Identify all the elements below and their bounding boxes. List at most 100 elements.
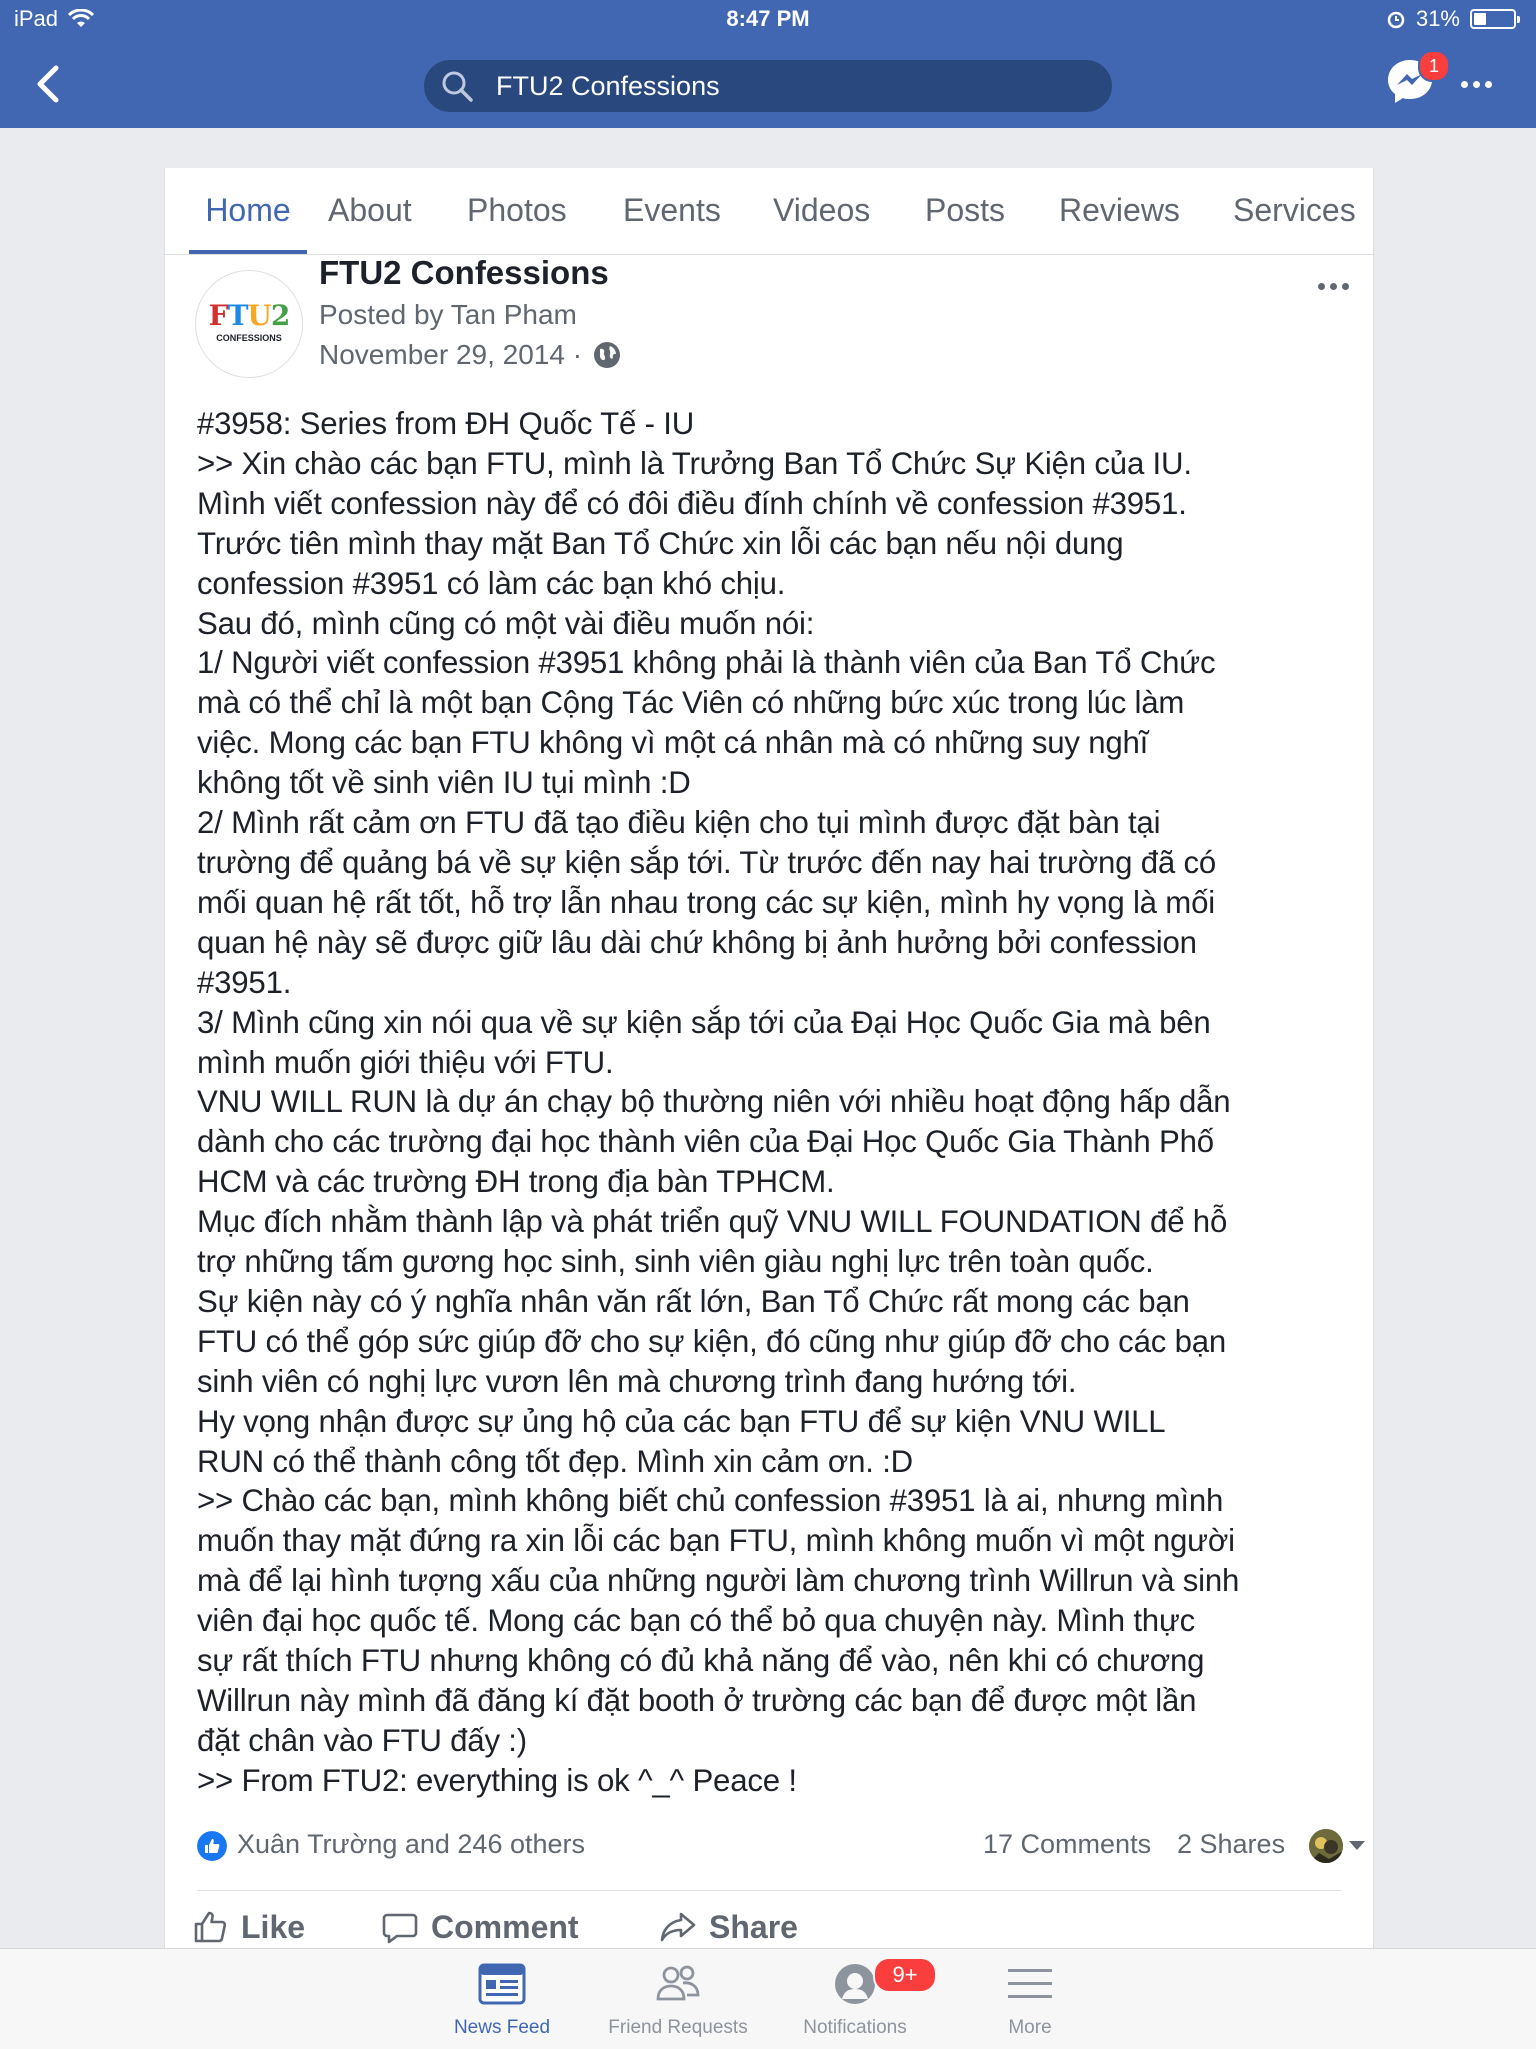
tab-events[interactable]: Events [623, 192, 721, 254]
page-avatar[interactable]: FTU2 CONFESSIONS [195, 270, 303, 378]
post-text-line: muốn thay mặt đứng ra xin lỗi các bạn FT… [197, 1523, 1235, 1559]
divider [197, 1890, 1341, 1891]
comment-icon [382, 1913, 418, 1944]
more-options-icon[interactable] [1456, 66, 1496, 102]
top-navigation-bar: iPad 8:47 PM 31% FTU2 Confessions 1 [0, 0, 1536, 128]
friend-requests-icon [656, 1965, 700, 2001]
notifications-icon [835, 1964, 875, 2004]
like-label: Like [241, 1908, 306, 1945]
back-arrow-icon[interactable] [30, 62, 70, 106]
post-text-line: sinh viên có nghị lực vươn lên mà chương… [197, 1363, 1077, 1399]
like-button[interactable]: Like [191, 1908, 305, 1946]
tab-notifications[interactable]: 9+ Notifications [765, 1957, 945, 2039]
page-tabs: Home About Photos Events Videos Posts Re… [165, 168, 1373, 255]
battery-level [1474, 13, 1486, 25]
post-text-line: 1/ Người viết confession #3951 không phả… [197, 645, 1216, 681]
post-text-line: trợ những tấm gương học sinh, sinh viên … [197, 1244, 1154, 1280]
share-button[interactable]: Share [659, 1908, 798, 1946]
post-text-line: #3958: Series from ĐH Quốc Tế - IU [197, 406, 695, 441]
comment-label: Comment [431, 1908, 579, 1945]
status-bar-right: 31% [1386, 6, 1520, 32]
search-bar[interactable]: FTU2 Confessions [424, 60, 1112, 112]
viewer-avatar[interactable] [1309, 1829, 1343, 1863]
post-text-line: >> Xin chào các bạn FTU, mình là Trưởng … [197, 445, 1192, 481]
post-text-line: 3/ Mình cũng xin nói qua về sự kiện sắp … [197, 1004, 1211, 1040]
tab-more[interactable]: More [940, 1959, 1120, 2039]
post-text-line: VNU WILL RUN là dự án chạy bộ thường niê… [197, 1084, 1231, 1120]
post-text-line: Sự kiện này có ý nghĩa nhân văn rất lớn,… [197, 1283, 1190, 1319]
post-text-line: việc. Mong các bạn FTU không vì một cá n… [197, 725, 1149, 761]
battery-icon [1470, 9, 1520, 29]
tab-news-feed[interactable]: News Feed [412, 1959, 592, 2039]
post-text-line: đặt chân vào FTU đấy :) [197, 1722, 527, 1758]
post-text-line: #3951. [197, 964, 292, 1000]
tab-videos[interactable]: Videos [773, 192, 870, 254]
post-text-line: FTU có thể góp sức giúp đỡ cho sự kiện, … [197, 1323, 1227, 1359]
avatar-logo-text: FTU2 [196, 299, 302, 332]
news-feed-label: News Feed [453, 2017, 551, 2038]
page-card: Home About Photos Events Videos Posts Re… [164, 168, 1374, 1948]
tab-about[interactable]: About [328, 192, 412, 254]
post-text-line: sự rất thích FTU nhưng không có đủ khả n… [197, 1643, 1205, 1679]
tab-friend-requests[interactable]: Friend Requests [588, 1959, 768, 2039]
tab-home[interactable]: Home [189, 192, 307, 254]
post-text-line: viên đại học quốc tế. Mong các bạn có th… [197, 1603, 1196, 1639]
post-options-icon[interactable] [1313, 276, 1353, 296]
post-text-line: quan hệ này sẽ được giữ lâu dài chứ khôn… [197, 924, 1197, 960]
globe-icon [594, 342, 621, 368]
comment-button[interactable]: Comment [381, 1908, 579, 1946]
post-text-line: Mục đích nhằm thành lập và phát triển qu… [197, 1204, 1228, 1240]
share-icon [660, 1912, 696, 1942]
share-label: Share [709, 1908, 798, 1945]
notifications-badge: 9+ [873, 1957, 937, 1993]
post-text-line: 2/ Mình rất cảm ơn FTU đã tạo điều kiện … [197, 805, 1161, 841]
messenger-badge: 1 [1418, 50, 1450, 82]
posted-by: Posted by Tan Pham [319, 299, 577, 330]
avatar-logo-subtext: CONFESSIONS [216, 333, 282, 343]
post-text-line: HCM và các trường ĐH trong địa bàn TPHCM… [197, 1164, 835, 1200]
menu-icon [1008, 1969, 1052, 1998]
post-text-line: Willrun này mình đã đăng kí đặt booth ở … [197, 1683, 1197, 1718]
post-text-line: dành cho các trường đại học thành viên c… [197, 1124, 1214, 1160]
post-text-line: Hy vọng nhận được sự ủng hộ của các bạn … [197, 1403, 1166, 1439]
status-time: 8:47 PM [726, 6, 810, 31]
post-text-line: Mình viết confession này để có đôi điều … [197, 485, 1187, 521]
tab-photos[interactable]: Photos [467, 192, 567, 254]
post-text-line: mối quan hệ rất tốt, hỗ trợ lẫn nhau tro… [197, 884, 1215, 920]
reaction-summary[interactable]: Xuân Trường and 246 others [237, 1829, 585, 1860]
post-text-line: mà để lại hình tượng xấu của những người… [197, 1563, 1240, 1599]
avatar-image [1309, 1829, 1343, 1863]
post-text-line: không tốt về sinh viên IU tụi mình :D [197, 765, 691, 801]
post-text: #3958: Series from ĐH Quốc Tế - IU >> Xin… [197, 404, 1357, 1801]
post-date-text: November 29, 2014 · [319, 339, 583, 370]
post-text-line: >> From FTU2: everything is ok ^_^ Peace… [197, 1762, 797, 1798]
news-feed-icon [478, 1963, 526, 2005]
post-text-line: >> Chào các bạn, mình không biết chủ con… [197, 1483, 1224, 1519]
tab-posts[interactable]: Posts [925, 192, 1005, 254]
post-text-line: mà có thể chỉ là một bạn Cộng Tác Viên c… [197, 685, 1185, 721]
alarm-icon [1387, 11, 1405, 29]
page-name-link[interactable]: FTU2 Confessions [319, 254, 609, 292]
search-icon [442, 71, 473, 102]
like-reaction-icon [197, 1831, 227, 1861]
tab-reviews[interactable]: Reviews [1059, 192, 1180, 254]
post-text-line: Sau đó, mình cũng có một vài điều muốn n… [197, 605, 815, 641]
chevron-down-icon[interactable] [1349, 1841, 1365, 1850]
more-label: More [1008, 2017, 1052, 2038]
thumbs-up-icon [194, 1911, 227, 1943]
bottom-tab-bar: News Feed Friend Requests 9+ Notificatio… [0, 1948, 1536, 2049]
post-text-line: Trước tiên mình thay mặt Ban Tổ Chức xin… [197, 525, 1124, 561]
tab-services[interactable]: Services [1233, 192, 1356, 254]
post-header: FTU2 CONFESSIONS FTU2 Confessions Posted… [165, 254, 1373, 404]
reactions-bar[interactable]: Xuân Trường and 246 others 17 Comments 2… [197, 1823, 1365, 1871]
post-text-line: mình muốn giới thiệu với FTU. [197, 1044, 614, 1080]
notifications-label: Notifications [803, 2017, 907, 2038]
post-text-line: confession #3951 có làm các bạn khó chịu… [197, 565, 786, 601]
post-date[interactable]: November 29, 2014 · [319, 339, 622, 371]
search-query: FTU2 Confessions [496, 70, 720, 101]
comments-count[interactable]: 17 Comments [983, 1829, 1151, 1860]
shares-count[interactable]: 2 Shares [1177, 1829, 1285, 1860]
battery-percent: 31% [1415, 6, 1460, 31]
avatar-logo-letters: FTU2 [208, 299, 291, 332]
post-text-line: RUN có thể thành công tốt đẹp. Mình xin … [197, 1443, 913, 1479]
